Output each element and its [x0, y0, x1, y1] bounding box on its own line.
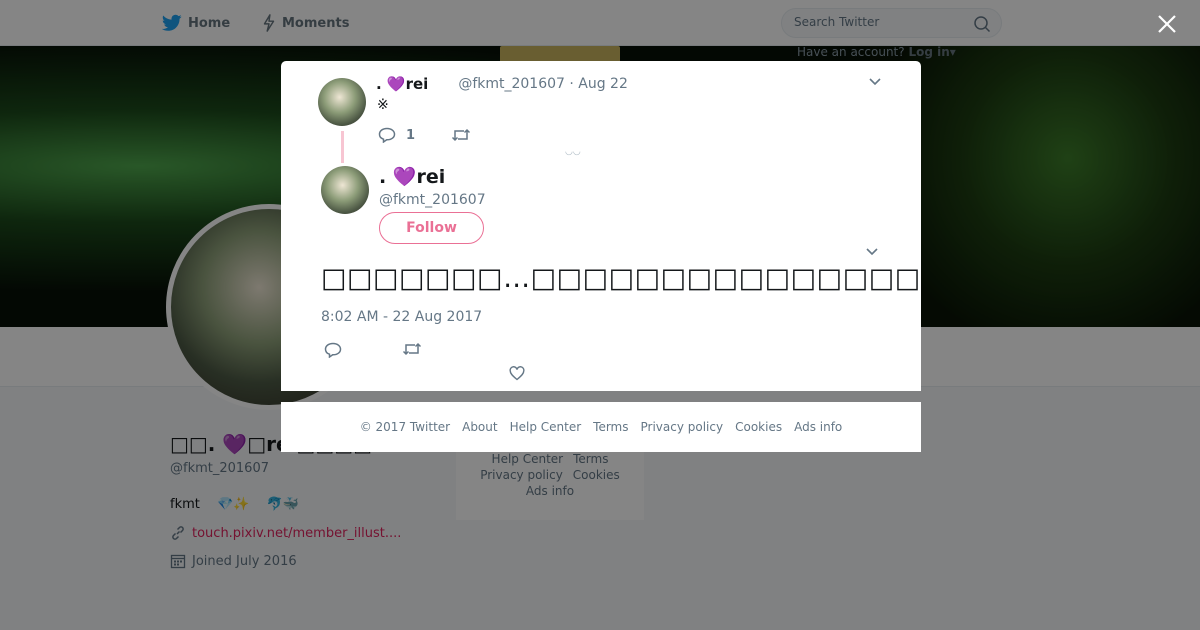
parent-tweet-meta[interactable]: @fkmt_201607 · Aug 22 — [458, 76, 628, 92]
main-tweet-handle[interactable]: @fkmt_201607 — [379, 192, 486, 208]
chevron-down-icon[interactable] — [868, 77, 882, 87]
parent-reply-count: 1 — [406, 127, 416, 143]
main-tweet-text: □□□□□□□…□□□□□□□□□□□□□□□□□□□□□□□□□□□□□□□□… — [321, 263, 921, 294]
main-tweet-avatar[interactable] — [321, 166, 369, 214]
parent-tweet-name[interactable]: . 💜rei — [376, 75, 428, 93]
modal-footer: © 2017 Twitter About Help Center Terms P… — [281, 402, 921, 452]
parent-tweet-avatar[interactable] — [318, 78, 366, 126]
close-icon[interactable] — [1156, 13, 1178, 35]
main-tweet-name[interactable]: . 💜rei — [379, 165, 445, 188]
footer-terms-link[interactable]: Terms — [593, 420, 628, 434]
footer-ads-link[interactable]: Ads info — [794, 420, 842, 434]
chevron-down-icon[interactable] — [865, 247, 879, 257]
footer-cookies-link[interactable]: Cookies — [735, 420, 782, 434]
main-tweet-timestamp[interactable]: 8:02 AM - 22 Aug 2017 — [321, 309, 482, 325]
follow-button[interactable]: Follow — [379, 212, 484, 244]
parent-tweet-text: ※ — [377, 97, 389, 113]
parent-tweet-actions: 1 — [378, 127, 471, 143]
footer-copyright: © 2017 Twitter — [359, 420, 451, 434]
footer-privacy-link[interactable]: Privacy policy — [641, 420, 724, 434]
tweet-extra-mark: ◡◡ — [565, 147, 581, 157]
retweet-icon[interactable] — [451, 128, 471, 142]
parent-tweet-header: . 💜rei @fkmt_201607 · Aug 22 — [376, 75, 628, 93]
reply-icon[interactable] — [324, 342, 342, 358]
footer-about-link[interactable]: About — [462, 420, 497, 434]
retweet-icon[interactable] — [402, 342, 422, 356]
heart-icon[interactable] — [509, 366, 525, 381]
tweet-permalink-modal: . 💜rei @fkmt_201607 · Aug 22 ※ 1 ◡◡ . 💜r… — [281, 61, 921, 391]
reply-icon[interactable] — [378, 127, 396, 143]
footer-help-link[interactable]: Help Center — [510, 420, 582, 434]
thread-connector — [341, 131, 344, 163]
